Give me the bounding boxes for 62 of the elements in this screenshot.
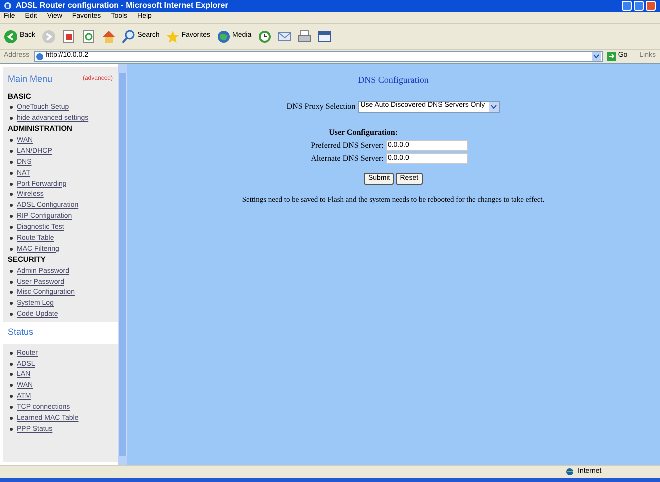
bullet-icon [10, 373, 13, 376]
search-icon [122, 30, 136, 44]
bullet-icon [10, 237, 13, 240]
home-button[interactable] [102, 30, 116, 44]
refresh-button[interactable] [82, 30, 96, 44]
edit-button[interactable] [318, 30, 332, 44]
stop-icon [62, 30, 76, 44]
stop-button[interactable] [62, 30, 76, 44]
section-heading: User Configuration: [329, 126, 398, 138]
bullet-icon [10, 352, 13, 355]
bullet-icon [10, 406, 13, 410]
bullet-icon [10, 160, 13, 164]
page-title: DNS Configuration [358, 74, 429, 87]
field-label: DNS Proxy Selection [286, 100, 356, 112]
go-arrow-icon [607, 52, 616, 61]
maximize-button[interactable] [634, 1, 644, 11]
field-label: Alternate DNS Server: [311, 152, 384, 164]
bullet-icon [10, 182, 13, 186]
bullet-icon [10, 139, 13, 142]
bullet-icon [10, 215, 13, 218]
field-label: Preferred DNS Server: [311, 140, 384, 152]
bullet-icon [10, 150, 13, 153]
bullet-icon [10, 270, 13, 273]
bullet-icon [10, 313, 13, 316]
vertical-scrollbar[interactable] [118, 64, 127, 465]
bullet-icon [10, 117, 13, 120]
bullet-icon [10, 193, 13, 196]
page-icon [36, 52, 44, 60]
bullet-icon [10, 395, 13, 398]
forward-icon [42, 30, 56, 44]
printer-icon [298, 30, 312, 44]
minimize-button[interactable] [622, 1, 632, 11]
bullet-icon [10, 172, 13, 175]
bullet-icon [10, 280, 13, 284]
print-button[interactable] [298, 30, 312, 44]
globe-icon [216, 30, 231, 44]
bullet-icon [10, 204, 13, 208]
dropdown-arrow-icon[interactable] [592, 52, 602, 61]
envelope-icon [278, 30, 292, 44]
window-icon [318, 30, 332, 44]
bullet-icon [10, 416, 13, 420]
bullet-icon [10, 226, 13, 230]
star-icon [166, 30, 180, 44]
history-button[interactable] [258, 30, 272, 44]
globe-icon [566, 468, 574, 476]
bullet-icon [10, 384, 13, 388]
refresh-icon [82, 30, 96, 44]
browser-icon [4, 2, 12, 10]
close-button[interactable] [646, 1, 656, 11]
house-icon [102, 30, 116, 44]
menu-title: Main Menu [8, 73, 53, 86]
clock-icon [258, 30, 272, 44]
bullet-icon [10, 302, 13, 306]
mail-button[interactable] [278, 30, 292, 44]
bullet-icon [10, 106, 13, 110]
back-icon [4, 30, 18, 44]
dropdown-arrow-icon [489, 102, 500, 112]
bullet-icon [10, 362, 13, 366]
bullet-icon [10, 248, 13, 251]
window-title: ADSL Router configuration - Microsoft Internet Explorer [16, 2, 228, 10]
bullet-icon [10, 428, 13, 431]
bullet-icon [10, 291, 13, 294]
